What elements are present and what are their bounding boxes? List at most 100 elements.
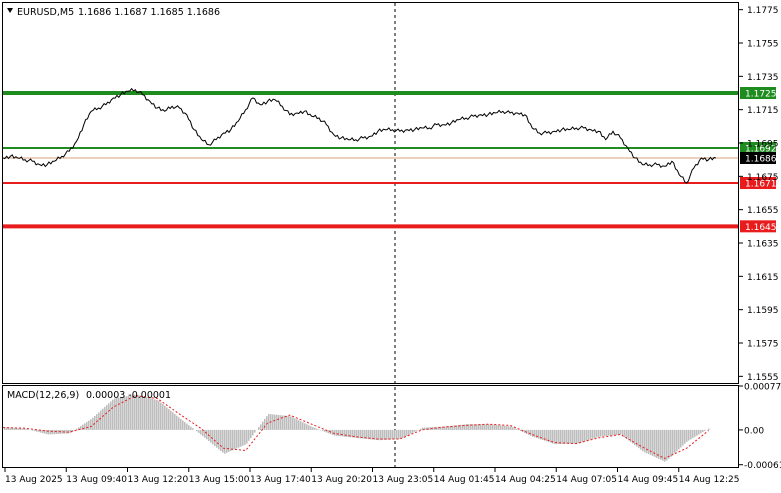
macd-bar	[486, 424, 488, 430]
macd-bar	[642, 430, 644, 451]
y-tick-label: 1.1575	[747, 340, 779, 350]
macd-bar	[240, 430, 242, 447]
macd-bar	[570, 430, 572, 444]
macd-bar	[592, 430, 594, 439]
macd-bar	[416, 430, 418, 431]
macd-bar	[658, 430, 660, 459]
macd-bar	[600, 430, 602, 437]
macd-bar	[558, 430, 560, 444]
macd-bar	[534, 430, 536, 437]
y-tick-label: 1.1635	[747, 240, 779, 250]
macd-bar	[580, 430, 582, 443]
macd-bar	[384, 430, 386, 440]
macd-bar	[612, 430, 614, 435]
macd-bar	[412, 430, 414, 433]
ohlc-label: 1.1686 1.1687 1.1685 1.1686	[78, 7, 220, 18]
macd-bar	[660, 430, 662, 460]
macd-bar	[314, 428, 316, 430]
macd-bar	[254, 430, 256, 433]
macd-bar	[24, 429, 26, 430]
macd-bar	[298, 420, 300, 430]
macd-bar	[146, 397, 148, 430]
macd-bar	[666, 430, 668, 461]
macd-bar	[92, 418, 94, 430]
macd-bar	[276, 415, 278, 430]
macd-bar	[610, 430, 612, 436]
macd-bar	[222, 430, 224, 453]
y-tick-label: 1.1595	[747, 306, 779, 316]
macd-bar	[656, 430, 658, 458]
macd-bar	[156, 400, 158, 430]
macd-bar	[682, 430, 684, 446]
macd-bar	[648, 430, 650, 454]
macd-bar	[550, 430, 552, 443]
macd-bar	[294, 418, 296, 430]
macd-bar	[308, 425, 310, 430]
macd-bar	[568, 430, 570, 444]
macd-bar	[312, 427, 314, 430]
x-tick-label: 14 Aug 12:25	[679, 475, 740, 485]
macd-bar	[590, 430, 592, 439]
macd-bar	[482, 424, 484, 430]
macd-bar	[322, 430, 324, 431]
macd-bar	[332, 430, 334, 435]
macd-bar	[334, 430, 336, 436]
macd-bar	[124, 397, 126, 430]
macd-bar	[76, 429, 78, 430]
x-tick-label: 13 Aug 20:20	[311, 475, 372, 485]
macd-bar	[280, 415, 282, 430]
macd-bar	[230, 430, 232, 451]
macd-bar	[300, 421, 302, 430]
macd-bar	[392, 430, 394, 440]
macd-bar	[54, 430, 56, 434]
macd-bar	[272, 414, 274, 430]
macd-bar	[508, 426, 510, 430]
macd-bar	[556, 430, 558, 444]
macd-bar	[120, 397, 122, 430]
macd-bar	[278, 415, 280, 430]
macd-bar	[274, 415, 276, 430]
macd-bar	[84, 423, 86, 430]
macd-bar	[180, 419, 182, 430]
macd-bar	[692, 430, 694, 438]
macd-bar	[242, 430, 244, 446]
macd-bar	[206, 430, 208, 439]
macd-bar	[182, 421, 184, 430]
macd-bar	[252, 430, 254, 435]
macd-bar	[634, 430, 636, 445]
macd-bar	[562, 430, 564, 444]
macd-bar	[560, 430, 562, 444]
x-tick-label: 14 Aug 04:25	[495, 475, 556, 485]
macd-bar	[112, 400, 114, 430]
macd-bar	[684, 430, 686, 444]
macd-bar	[148, 398, 150, 430]
macd-bar	[224, 430, 226, 454]
macd-bar	[174, 414, 176, 430]
macd-bar	[582, 430, 584, 442]
macd-bar	[664, 430, 666, 462]
macd-bar	[668, 430, 670, 459]
macd-bar	[220, 430, 222, 451]
macd-bar	[690, 430, 692, 439]
macd-bar	[698, 430, 700, 435]
macd-bar	[342, 430, 344, 437]
macd-bar	[564, 430, 566, 444]
macd-bar	[670, 430, 672, 457]
macd-bar	[304, 423, 306, 430]
macd-bar	[22, 429, 24, 430]
macd-bar	[594, 430, 596, 438]
macd-bar	[506, 426, 508, 430]
macd-bar	[214, 430, 216, 446]
macd-bar	[336, 430, 338, 436]
y-tick-label: 1.1675	[747, 173, 779, 183]
macd-tick-label: 0.00	[744, 426, 764, 436]
macd-bar	[268, 414, 270, 430]
macd-bar	[598, 430, 600, 437]
macd-bar	[232, 430, 234, 450]
macd-bar	[292, 417, 294, 430]
macd-bar	[606, 430, 608, 436]
x-tick-label: 13 Aug 15:00	[189, 475, 250, 485]
x-tick-label: 13 Aug 12:20	[128, 475, 189, 485]
macd-bar	[662, 430, 664, 461]
macd-bar	[184, 422, 186, 430]
